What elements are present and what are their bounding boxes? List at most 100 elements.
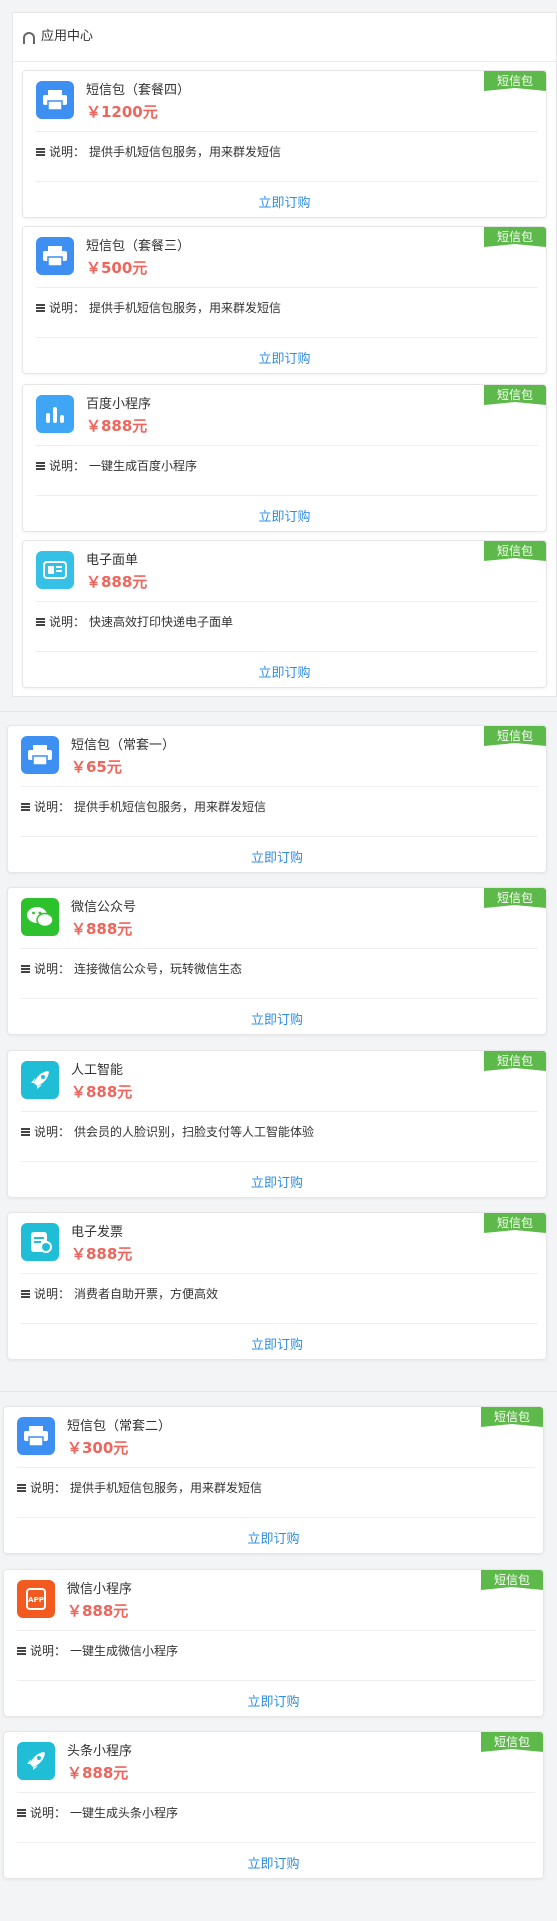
list-icon — [17, 1808, 26, 1817]
order-now-button[interactable]: 立即订购 — [8, 1171, 546, 1197]
app-price: ￥888元 — [71, 920, 133, 938]
list-icon — [36, 617, 45, 626]
app-name: 短信包（套餐四） — [86, 83, 191, 98]
app-card: 短信包 电子面单 ￥888元 说明： 快速高效打印快递电子面单 立即订购 — [22, 540, 547, 688]
app-card: 短信包 短信包（常套二） ￥300元 说明： 提供手机短信包服务，用来群发短信 立即订购 — [3, 1406, 544, 1554]
wechat-icon — [21, 898, 59, 936]
divider — [21, 948, 538, 949]
divider — [36, 131, 538, 132]
app-description: 说明： 消费者自助开票，方便高效 — [21, 1285, 218, 1302]
desc-prefix: 说明： — [49, 459, 86, 473]
desc-text: 一键生成微信小程序 — [70, 1644, 179, 1658]
divider — [17, 1792, 535, 1793]
desc-prefix: 说明： — [34, 962, 71, 976]
desc-text: 供会员的人脸识别，扫脸支付等人工智能体验 — [74, 1125, 315, 1139]
panel-header: 应用中心 — [13, 13, 556, 62]
svg-text:APP: APP — [28, 1596, 44, 1604]
desc-prefix: 说明： — [34, 800, 71, 814]
app-price: ￥888元 — [71, 1083, 133, 1101]
app-name: 微信小程序 — [67, 1582, 133, 1597]
list-icon — [36, 147, 45, 156]
order-now-button[interactable]: 立即订购 — [4, 1690, 543, 1716]
app-name: 短信包（常套二） — [67, 1419, 172, 1434]
printer-icon — [21, 736, 59, 774]
app-description: 说明： 提供手机短信包服务，用来群发短信 — [36, 143, 281, 160]
app-card: 短信包短信包（套餐三） ￥500元说明： 提供手机短信包服务，用来群发短信立即订购 — [22, 226, 547, 374]
list-icon — [21, 1127, 30, 1136]
order-now-button[interactable]: 立即订购 — [23, 347, 546, 373]
app-name: 短信包（常套一） — [71, 738, 176, 753]
app-description: 说明： 提供手机短信包服务，用来群发短信 — [17, 1479, 262, 1496]
divider — [36, 337, 538, 338]
list-icon — [17, 1646, 26, 1655]
desc-text: 一键生成百度小程序 — [89, 459, 198, 473]
app-description: 说明： 提供手机短信包服务，用来群发短信 — [21, 798, 266, 815]
order-now-button[interactable]: 立即订购 — [8, 846, 546, 872]
divider — [21, 1161, 538, 1162]
app-name: 电子发票 — [71, 1225, 124, 1240]
order-now-button[interactable]: 立即订购 — [4, 1852, 543, 1878]
divider — [21, 836, 538, 837]
order-now-button[interactable]: 立即订购 — [8, 1333, 546, 1359]
app-card: 短信包 短信包（常套一） ￥65元 说明： 提供手机短信包服务，用来群发短信 立即订购 — [7, 725, 547, 873]
order-now-button[interactable]: 立即订购 — [8, 1008, 546, 1034]
list-icon — [21, 1289, 30, 1298]
app-card: 短信包 APP 微信小程序 ￥888元 说明： 一键生成微信小程序 立即订购 — [3, 1569, 544, 1717]
order-now-button[interactable]: 立即订购 — [23, 505, 546, 531]
order-now-button[interactable]: 立即订购 — [23, 661, 546, 687]
divider — [17, 1630, 535, 1631]
divider — [21, 998, 538, 999]
waybill-icon — [36, 551, 74, 589]
desc-prefix: 说明： — [30, 1806, 67, 1820]
sms-badge: 短信包 — [484, 227, 546, 247]
list-icon — [21, 964, 30, 973]
app-name: 电子面单 — [86, 553, 139, 568]
app-description: 说明： 供会员的人脸识别，扫脸支付等人工智能体验 — [21, 1123, 314, 1140]
desc-prefix: 说明： — [34, 1125, 71, 1139]
bar-chart-icon — [36, 395, 74, 433]
app-description: 说明： 快速高效打印快递电子面单 — [36, 613, 233, 630]
app-card: 短信包 头条小程序 ￥888元 说明： 一键生成头条小程序 立即订购 — [3, 1731, 544, 1879]
list-icon — [21, 802, 30, 811]
app-icon: APP — [17, 1580, 55, 1618]
app-price: ￥888元 — [71, 1245, 133, 1263]
divider — [36, 651, 538, 652]
sms-badge: 短信包 — [484, 71, 546, 91]
app-name: 人工智能 — [71, 1063, 124, 1078]
app-description: 说明： 提供手机短信包服务，用来群发短信 — [36, 299, 281, 316]
desc-prefix: 说明： — [30, 1481, 67, 1495]
app-price: ￥888元 — [67, 1602, 129, 1620]
headset-icon — [23, 32, 35, 44]
app-description: 说明： 连接微信公众号，玩转微信生态 — [21, 960, 242, 977]
app-price: ￥500元 — [86, 259, 148, 277]
app-name: 微信公众号 — [71, 900, 137, 915]
desc-prefix: 说明： — [49, 301, 86, 315]
app-name: 短信包（套餐三） — [86, 239, 191, 254]
desc-text: 消费者自助开票，方便高效 — [74, 1287, 219, 1301]
list-icon — [36, 461, 45, 470]
desc-text: 提供手机短信包服务，用来群发短信 — [74, 800, 267, 814]
divider — [17, 1842, 535, 1843]
divider — [21, 1323, 538, 1324]
list-icon — [17, 1483, 26, 1492]
sms-badge: 短信包 — [481, 1407, 543, 1427]
app-price: ￥65元 — [71, 758, 122, 776]
sms-badge: 短信包 — [484, 385, 546, 405]
order-now-button[interactable]: 立即订购 — [4, 1527, 543, 1553]
printer-icon — [36, 237, 74, 275]
desc-text: 连接微信公众号，玩转微信生态 — [74, 962, 243, 976]
divider — [36, 495, 538, 496]
app-card: 短信包 百度小程序 ￥888元 说明： 一键生成百度小程序 立即订购 — [22, 384, 547, 532]
desc-text: 提供手机短信包服务，用来群发短信 — [89, 145, 282, 159]
printer-icon — [36, 81, 74, 119]
divider — [36, 287, 538, 288]
app-name: 百度小程序 — [86, 397, 152, 412]
app-price: ￥1200元 — [86, 103, 158, 121]
app-card: 短信包 电子发票 ￥888元 说明： 消费者自助开票，方便高效 立即订购 — [7, 1212, 547, 1360]
order-now-button[interactable]: 立即订购 — [23, 191, 546, 217]
invoice-icon — [21, 1223, 59, 1261]
desc-prefix: 说明： — [49, 145, 86, 159]
desc-prefix: 说明： — [34, 1287, 71, 1301]
desc-prefix: 说明： — [49, 615, 86, 629]
divider — [36, 601, 538, 602]
